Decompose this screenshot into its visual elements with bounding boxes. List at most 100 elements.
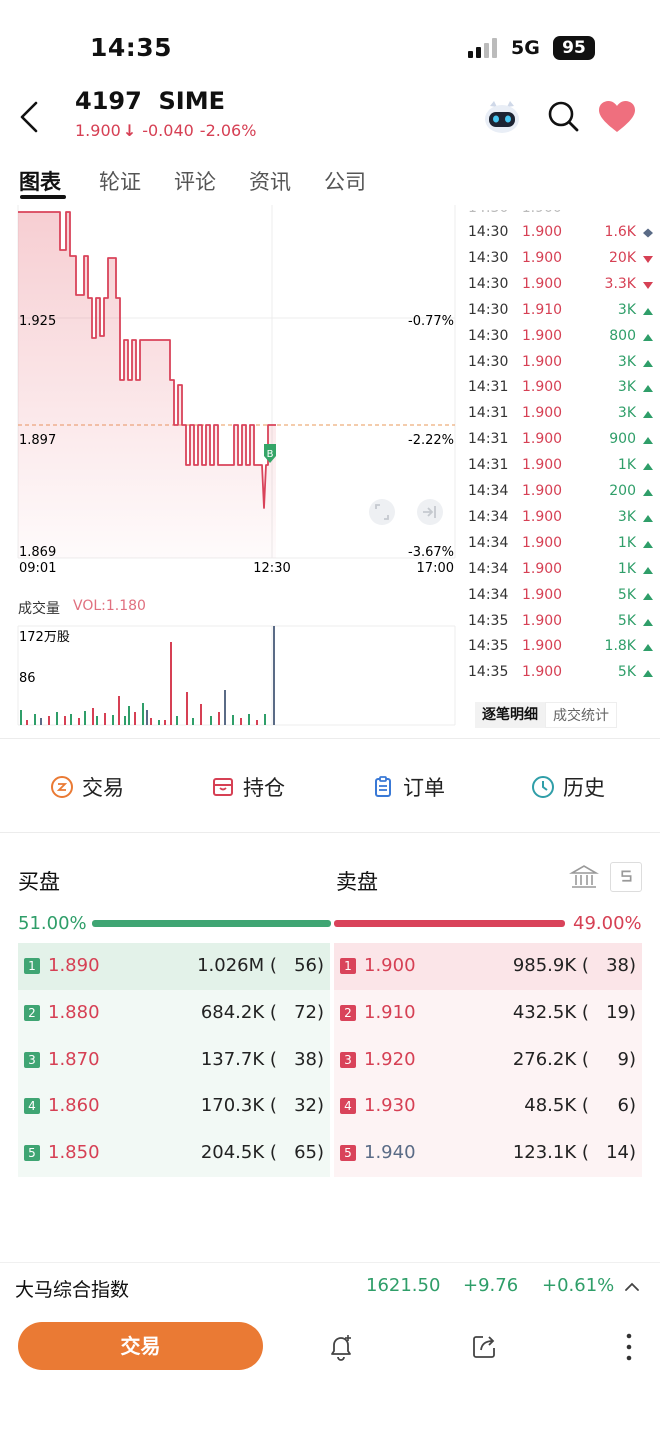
up-triangle-icon [643,333,653,341]
tick-price: 1.900 [522,638,563,655]
level-price: 1.890 [48,955,100,976]
bid-level-row[interactable]: 4 1.860 170.3K ( 32) [18,1083,330,1131]
down-triangle-icon [643,281,653,289]
ask-level-row[interactable]: 5 1.940 123.1K ( 14) [334,1130,642,1178]
expand-right-icon[interactable] [417,499,443,525]
down-triangle-icon [643,255,653,263]
level-volume: 123.1K ( 14) [512,1142,636,1164]
index-name: 大马综合指数 [15,1279,130,1301]
intraday-price-chart[interactable]: B 1.925 1.897 1.869 -0.77% -2.22% -3.67%… [0,205,460,585]
divider [0,738,660,739]
positions-action[interactable]: 持仓 [211,772,285,802]
tick-time: 14:30 [468,224,509,240]
battery-icon: 95 [553,36,595,60]
tick-price: 1.900 [522,249,563,266]
ask-level-row[interactable]: 3 1.920 276.2K ( 9) [334,1036,642,1084]
price-area-fill [18,212,276,558]
favorite-heart-icon[interactable] [598,100,636,134]
last-price: 1.900 [75,121,121,140]
volume-bar [56,712,58,725]
level-volume: 204.5K ( 65) [200,1142,324,1164]
back-icon[interactable] [16,100,44,134]
tick-time: 14:30 [468,275,509,292]
ask-level-row[interactable]: 2 1.910 432.5K ( 19) [334,989,642,1037]
y-pct-label-3: -3.67% [408,545,454,560]
vol-y-label-top: 172万股 [19,630,70,645]
tick-row: 14:30 1.900 3.3K [468,276,654,302]
search-icon[interactable] [546,99,580,133]
ask-percentage: 49.00% [573,913,642,934]
tab-comments[interactable]: 评论 [174,166,216,196]
tick-row: 14:30 1.900 20K [468,250,654,276]
orders-action[interactable]: 订单 [371,772,445,802]
up-triangle-icon [643,437,653,445]
tick-time: 14:31 [468,457,509,474]
volume-bar [70,714,72,725]
ask-level-row[interactable]: 4 1.930 48.5K ( 6) [334,1083,642,1131]
tab-tick-detail[interactable]: 逐笔明细 [475,702,545,728]
tick-time: 14:34 [468,483,509,499]
level-volume: 684.2K ( 72) [200,1001,324,1023]
tick-price: 1.900 [522,431,563,448]
volume-bar [240,718,242,725]
orders-action-label: 订单 [403,776,445,800]
volume-chart[interactable]: 172万股 86 [0,620,460,730]
trade-action[interactable]: 交易 [50,772,124,802]
tab-chart[interactable]: 图表 [19,166,61,196]
share-icon[interactable] [471,1332,499,1360]
tab-news[interactable]: 资讯 [249,166,291,196]
bid-level-row[interactable]: 5 1.850 204.5K ( 65) [18,1130,330,1178]
more-options-icon[interactable] [624,1332,634,1362]
y-label-2: 1.897 [19,433,56,448]
tick-row: 14:31 1.900 1K [468,457,654,483]
trade-button[interactable]: 交易 [18,1322,263,1370]
volume-bar [34,714,36,725]
volume-bar [256,720,258,725]
level-badge: 2 [24,1004,40,1021]
up-triangle-icon [643,359,653,367]
price-alert-bell-icon[interactable] [326,1332,356,1362]
status-time: 14:35 [90,33,173,62]
tick-price: 1.900 [522,275,563,292]
volume-value: VOL:1.180 [73,598,146,614]
depth-levels-icon[interactable] [610,862,642,892]
tick-price: 1.900 [522,612,563,629]
level-price: 1.920 [364,1048,416,1070]
trade-action-label: 交易 [82,776,124,800]
bid-level-row[interactable]: 1 1.890 1.026M ( 56) [18,943,330,990]
volume-bar [104,713,106,725]
tick-time: 14:30 [468,301,509,318]
tick-row: 14:35 1.900 5K [468,613,654,639]
tab-company[interactable]: 公司 [324,166,366,196]
level-badge: 3 [24,1051,40,1068]
ask-level-row[interactable]: 1 1.900 985.9K ( 38) [334,943,642,990]
fullscreen-icon[interactable] [369,499,395,525]
tab-trade-stats[interactable]: 成交统计 [545,702,617,728]
broker-queue-icon[interactable] [568,862,600,892]
volume-bar [224,690,226,725]
up-triangle-icon [643,307,653,315]
tick-row: 14:31 1.900 900 [468,431,654,457]
chevron-up-icon[interactable] [622,1277,642,1297]
up-triangle-icon [643,385,653,393]
volume-bar [164,720,166,725]
history-action[interactable]: 历史 [531,772,605,802]
price-change-pct: -2.06% [199,121,257,140]
tick-volume: 3.3K [604,275,636,292]
tick-price: 1.900 [522,586,563,603]
volume-bar [170,642,172,725]
tab-warrants[interactable]: 轮证 [99,166,141,196]
tick-row: 14:30 1.900 800 [468,328,654,354]
bid-level-row[interactable]: 2 1.880 684.2K ( 72) [18,989,330,1037]
quote-line: 1.900 ↓ -0.040 -2.06% [75,121,256,140]
volume-bar [176,716,178,725]
trade-ticks-list[interactable]: 14:30 1.900 14:301.9001.6K14:301.90020K1… [462,210,660,690]
tick-time: 14:34 [468,560,509,577]
tick-time: 14:35 [468,638,509,655]
level-price: 1.940 [364,1142,416,1164]
level-badge: 4 [340,1098,356,1115]
bid-level-row[interactable]: 3 1.870 137.7K ( 38) [18,1036,330,1084]
robot-assistant-icon[interactable] [482,97,522,137]
tick-row: 14:34 1.900 200 [468,483,654,509]
history-action-label: 历史 [563,776,605,800]
